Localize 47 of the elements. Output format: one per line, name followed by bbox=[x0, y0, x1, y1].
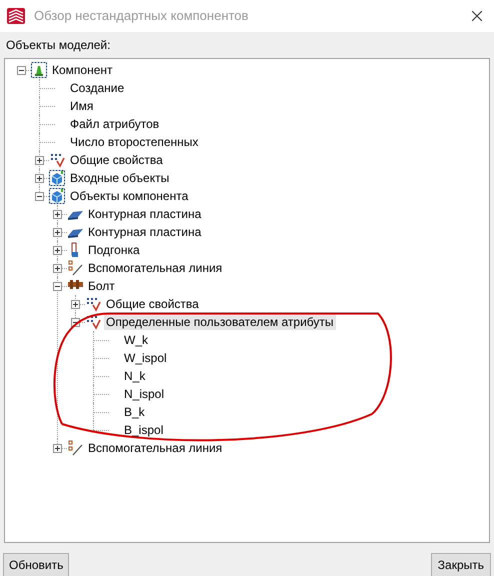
window-title: Обзор нестандартных компонентов bbox=[34, 7, 248, 26]
expand-toggle[interactable] bbox=[52, 246, 62, 254]
tree-item[interactable]: Вспомогательная линия bbox=[86, 440, 224, 456]
expand-toggle[interactable] bbox=[34, 174, 44, 182]
refresh-button[interactable]: Обновить bbox=[3, 553, 70, 576]
tree-item[interactable]: Число второстепенных bbox=[68, 134, 200, 150]
tree-item[interactable]: Контурная пластина bbox=[86, 206, 204, 222]
collapse-toggle[interactable] bbox=[52, 282, 62, 290]
tree-item[interactable]: Общие свойства bbox=[104, 296, 201, 312]
line-icon bbox=[67, 440, 83, 456]
close-icon[interactable] bbox=[472, 11, 482, 21]
tree-item[interactable]: Подгонка bbox=[86, 242, 142, 258]
tree-item[interactable]: B_ispol bbox=[122, 422, 166, 438]
cube-icon bbox=[49, 170, 65, 186]
tree-item[interactable]: Объекты компонента bbox=[68, 188, 190, 204]
tree-item[interactable]: Болт bbox=[86, 278, 117, 294]
tree-item[interactable]: Создание bbox=[68, 80, 126, 96]
line-icon bbox=[67, 260, 83, 276]
tree-item[interactable]: N_k bbox=[122, 368, 148, 384]
properties-icon bbox=[85, 296, 101, 312]
close-button[interactable]: Закрыть bbox=[430, 553, 491, 576]
tree-item[interactable]: B_k bbox=[122, 404, 147, 420]
collapse-toggle[interactable] bbox=[34, 192, 44, 200]
expand-toggle[interactable] bbox=[70, 300, 80, 308]
tree-item[interactable]: W_ispol bbox=[122, 350, 169, 366]
tree-label: Объекты моделей: bbox=[6, 37, 112, 54]
expand-toggle[interactable] bbox=[52, 264, 62, 272]
tree-item[interactable]: Компонент bbox=[50, 62, 115, 78]
properties-icon bbox=[85, 314, 101, 330]
component-icon bbox=[31, 62, 47, 78]
tree-item[interactable]: Имя bbox=[68, 98, 96, 114]
cube-icon bbox=[49, 188, 65, 204]
expand-toggle[interactable] bbox=[34, 156, 44, 164]
tree-item[interactable]: N_ispol bbox=[122, 386, 166, 402]
tree-item[interactable]: W_k bbox=[122, 332, 150, 348]
app-logo-icon bbox=[7, 8, 25, 24]
tree-item[interactable]: Определенные пользователем атрибуты bbox=[104, 314, 336, 330]
expand-toggle[interactable] bbox=[52, 228, 62, 236]
tree-item[interactable]: Общие свойства bbox=[68, 152, 165, 168]
expand-toggle[interactable] bbox=[52, 210, 62, 218]
expand-toggle[interactable] bbox=[52, 444, 62, 452]
tree-item[interactable]: Файл атрибутов bbox=[68, 116, 162, 132]
properties-icon bbox=[49, 152, 65, 168]
tree-item[interactable]: Контурная пластина bbox=[86, 224, 204, 240]
tree-item[interactable]: Вспомогательная линия bbox=[86, 260, 224, 276]
tree-item[interactable]: Входные объекты bbox=[68, 170, 172, 186]
collapse-toggle[interactable] bbox=[16, 66, 26, 74]
